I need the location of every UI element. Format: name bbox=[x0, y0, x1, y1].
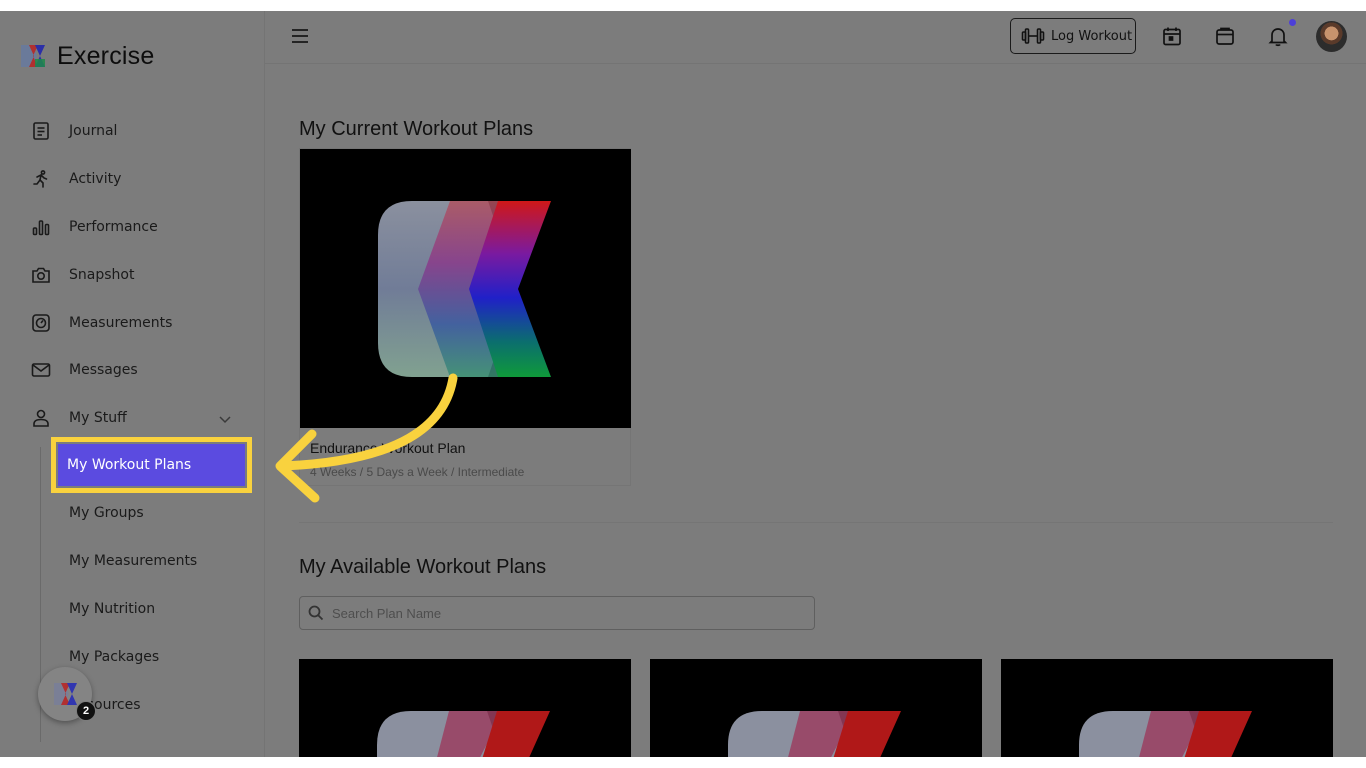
plan-logo-icon bbox=[377, 711, 550, 757]
sidebar-item-label: Journal bbox=[69, 123, 118, 139]
sidebar-item-journal[interactable]: Journal bbox=[30, 116, 117, 146]
assistant-logo-icon bbox=[54, 683, 77, 705]
calendar-icon[interactable] bbox=[1161, 25, 1183, 47]
app-frame: Exercise Journal Activity Performance Sn… bbox=[0, 11, 1366, 757]
plan-image bbox=[300, 149, 631, 428]
brand-name: Exercise bbox=[57, 41, 155, 70]
sidebar-item-my-stuff[interactable]: My Stuff bbox=[30, 403, 127, 433]
sidebar-item-label: Messages bbox=[69, 362, 138, 378]
chevron-down-icon[interactable] bbox=[218, 412, 232, 426]
sidebar-subitem-my-packages[interactable]: My Packages bbox=[69, 645, 159, 669]
log-workout-label: Log Workout bbox=[1051, 28, 1133, 44]
sidebar-item-label: My Stuff bbox=[69, 410, 127, 426]
hamburger-menu-icon[interactable] bbox=[289, 25, 311, 47]
available-plan-card[interactable] bbox=[650, 659, 982, 757]
sidebar-subitem-my-nutrition[interactable]: My Nutrition bbox=[69, 597, 155, 621]
workout-plan-card[interactable]: Endurance Workout Plan 4 Weeks / 5 Days … bbox=[299, 148, 631, 486]
sidebar-item-label: Snapshot bbox=[69, 267, 135, 283]
sidebar-subitem-my-measurements[interactable]: My Measurements bbox=[69, 549, 197, 573]
top-header: Log Workout bbox=[265, 11, 1366, 64]
journal-icon bbox=[30, 120, 52, 142]
dumbbell-icon bbox=[1021, 28, 1045, 44]
search-icon bbox=[308, 605, 324, 621]
current-plans-title: My Current Workout Plans bbox=[299, 118, 534, 140]
sidebar-item-label: Measurements bbox=[69, 315, 173, 331]
plan-subtitle: 4 Weeks / 5 Days a Week / Intermediate bbox=[310, 465, 525, 479]
sidebar-item-activity[interactable]: Activity bbox=[30, 164, 121, 194]
scale-icon bbox=[30, 312, 52, 334]
assistant-badge: 2 bbox=[76, 701, 96, 721]
sidebar-item-measurements[interactable]: Measurements bbox=[30, 308, 172, 338]
bar-chart-icon bbox=[30, 216, 52, 238]
search-input[interactable] bbox=[330, 604, 804, 622]
highlight-box: My Workout Plans bbox=[51, 437, 252, 493]
running-icon bbox=[30, 168, 52, 190]
plan-title: Endurance Workout Plan bbox=[310, 440, 466, 456]
available-plan-card[interactable] bbox=[1001, 659, 1333, 757]
sidebar-subitem-my-workout-plans[interactable]: My Workout Plans bbox=[58, 444, 245, 486]
sidebar-item-label: Performance bbox=[69, 219, 158, 235]
plan-logo-icon bbox=[1079, 711, 1252, 757]
log-workout-button[interactable]: Log Workout bbox=[1010, 18, 1136, 54]
brand[interactable]: Exercise bbox=[18, 41, 154, 71]
plan-logo-icon bbox=[728, 711, 901, 757]
sidebar-item-label: Activity bbox=[69, 171, 122, 187]
mail-icon bbox=[30, 359, 52, 381]
sidebar-item-performance[interactable]: Performance bbox=[30, 212, 158, 242]
section-divider bbox=[299, 522, 1333, 523]
sidebar: Exercise Journal Activity Performance Sn… bbox=[0, 11, 265, 757]
camera-icon bbox=[30, 264, 52, 286]
store-icon[interactable] bbox=[1214, 25, 1236, 47]
available-plan-card[interactable] bbox=[299, 659, 631, 757]
sidebar-item-messages[interactable]: Messages bbox=[30, 355, 138, 385]
sidebar-item-snapshot[interactable]: Snapshot bbox=[30, 260, 134, 290]
plan-logo-icon bbox=[378, 201, 551, 377]
user-icon bbox=[30, 407, 52, 429]
bell-icon[interactable] bbox=[1267, 25, 1289, 47]
sidebar-subitem-my-groups[interactable]: My Groups bbox=[69, 501, 144, 525]
notification-dot bbox=[1289, 19, 1296, 26]
plan-search[interactable] bbox=[299, 596, 815, 630]
available-plans-title: My Available Workout Plans bbox=[299, 556, 547, 578]
avatar[interactable] bbox=[1316, 21, 1347, 52]
brand-logo-icon bbox=[21, 45, 45, 67]
